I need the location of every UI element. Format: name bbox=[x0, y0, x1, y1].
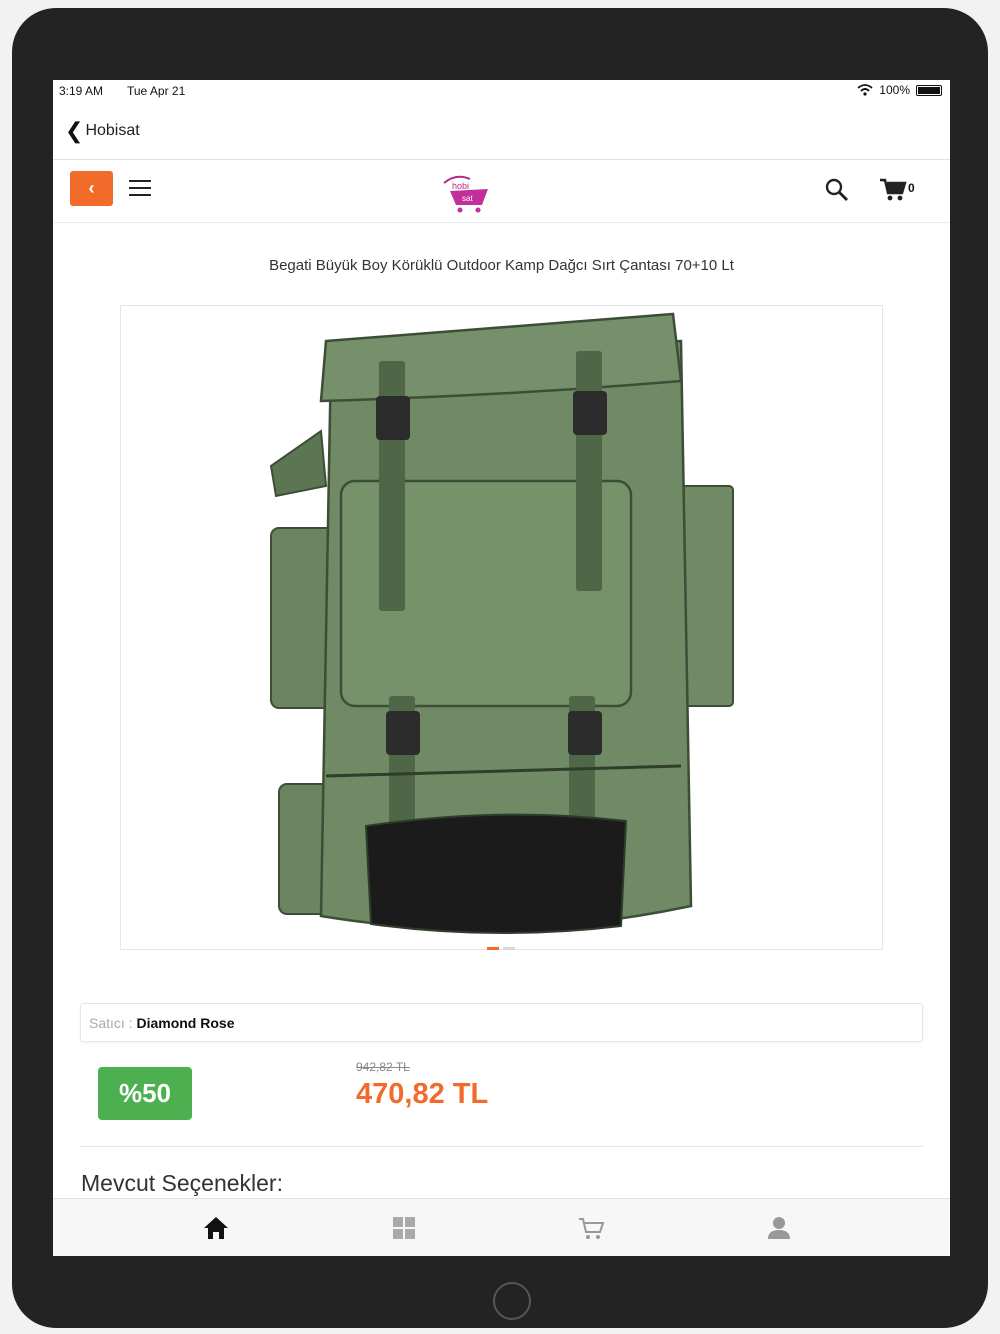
back-label: Hobisat bbox=[85, 122, 140, 139]
app-navigation-bar: ❮ Hobisat bbox=[53, 108, 950, 160]
hobisat-logo[interactable]: hobi sat bbox=[436, 169, 496, 217]
discount-badge: %50 bbox=[98, 1067, 192, 1120]
cart-icon[interactable] bbox=[879, 177, 907, 203]
carousel-dot[interactable] bbox=[503, 947, 515, 950]
battery-percent: 100% bbox=[879, 83, 910, 97]
chevron-left-icon: ❮ bbox=[65, 118, 84, 143]
categories-icon[interactable] bbox=[389, 1213, 419, 1243]
search-icon[interactable] bbox=[824, 177, 850, 203]
home-icon[interactable] bbox=[201, 1213, 231, 1243]
battery-icon bbox=[916, 84, 942, 96]
backpack-image bbox=[269, 312, 734, 934]
divider bbox=[80, 1146, 923, 1147]
status-time: 3:19 AM bbox=[59, 84, 104, 98]
product-image-carousel[interactable] bbox=[120, 305, 883, 950]
home-hardware-button[interactable] bbox=[493, 1282, 531, 1320]
svg-text:hobi: hobi bbox=[452, 181, 469, 191]
app-screen: 3:19 AM Tue Apr 21 100% ❮ Hobisat ‹ hobi… bbox=[53, 80, 950, 1256]
wifi-icon bbox=[857, 84, 873, 96]
back-button[interactable]: ‹ bbox=[70, 171, 113, 206]
cart-count-badge: 0 bbox=[908, 181, 915, 195]
back-to-hobisat-link[interactable]: ❮ Hobisat bbox=[65, 120, 140, 142]
store-toolbar: ‹ hobi sat 0 bbox=[53, 161, 950, 223]
seller-label: Satıcı : bbox=[89, 1015, 133, 1031]
current-price: 470,82 TL bbox=[356, 1078, 489, 1110]
status-bar: 3:19 AM Tue Apr 21 100% bbox=[53, 80, 950, 102]
status-date: Tue Apr 21 bbox=[127, 84, 186, 98]
options-heading: Mevcut Seçenekler: bbox=[81, 1170, 283, 1196]
user-icon[interactable] bbox=[764, 1213, 794, 1243]
svg-text:sat: sat bbox=[462, 194, 473, 203]
old-price: 942,82 TL bbox=[356, 1060, 410, 1074]
hamburger-menu-icon[interactable] bbox=[129, 180, 151, 196]
chevron-left-icon: ‹ bbox=[88, 178, 95, 198]
carousel-dot-active[interactable] bbox=[487, 947, 499, 950]
status-indicators: 100% bbox=[857, 83, 942, 97]
seller-info: Satıcı : Diamond Rose bbox=[80, 1003, 923, 1042]
bottom-tab-bar bbox=[53, 1198, 950, 1256]
cart-icon[interactable] bbox=[576, 1213, 606, 1243]
product-title: Begati Büyük Boy Körüklü Outdoor Kamp Da… bbox=[269, 257, 734, 274]
seller-name[interactable]: Diamond Rose bbox=[136, 1015, 234, 1031]
